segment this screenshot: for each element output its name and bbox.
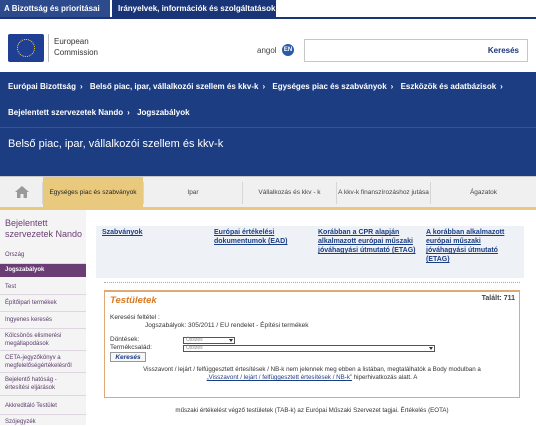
search-box: Keresés bbox=[304, 39, 528, 62]
link-ead-documents[interactable]: Európai értékelési dokumentumok (EAD) bbox=[214, 228, 310, 246]
breadcrumb-item[interactable]: Eszközök és adatbázisok bbox=[401, 82, 497, 91]
sidebar: Bejelentett szervezetek Nando Ország Jog… bbox=[0, 210, 86, 425]
results-count: Talált: 711 bbox=[481, 295, 515, 302]
decisions-select[interactable]: Összes bbox=[183, 337, 235, 344]
sidebar-item-free-search[interactable]: Ingyenes keresés bbox=[0, 316, 86, 324]
withdrawn-notifications-link[interactable]: „Visszavont / lejárt / felfüggesztett ér… bbox=[207, 374, 352, 381]
section-tabs: Egységes piac és szabványok Ipar Vállalk… bbox=[0, 176, 536, 210]
breadcrumb-item[interactable]: Európai Bizottság bbox=[8, 82, 76, 91]
search-input[interactable] bbox=[305, 40, 475, 61]
chevron-down-icon bbox=[429, 347, 433, 350]
organization-name: European Commission bbox=[54, 37, 99, 57]
top-tab-commission-priorities[interactable]: A Bizottság és prioritásai bbox=[0, 0, 110, 17]
chevron-right-icon: › bbox=[390, 82, 394, 91]
search-criteria-value: Jogszabályok: 305/2011 / EU rendelet - É… bbox=[145, 322, 309, 329]
withdrawn-notifications-info: Visszavont / lejárt / felfüggesztett ért… bbox=[143, 366, 481, 381]
sidebar-item-notifying-authority[interactable]: Bejelentő hatóság - értesítési eljárások bbox=[0, 376, 80, 392]
breadcrumb-current: Jogszabályok bbox=[137, 108, 190, 117]
sidebar-item-ceta-protocol[interactable]: CETA-jegyzőkönyv a megfelelőségértékelés… bbox=[0, 354, 84, 370]
breadcrumb-item[interactable]: Bejelentett szervezetek Nando bbox=[8, 108, 123, 117]
chevron-down-icon bbox=[229, 339, 233, 342]
search-button[interactable]: Keresés bbox=[488, 40, 519, 61]
link-etag-cpr[interactable]: Korábban a CPR alapján alkalmazott európ… bbox=[318, 228, 418, 255]
search-criteria-label: Keresési feltétel : bbox=[110, 314, 160, 321]
product-family-label: Termékcsalád: bbox=[110, 344, 152, 351]
chevron-right-icon: › bbox=[127, 108, 130, 117]
chevron-right-icon: › bbox=[262, 82, 266, 91]
top-navigation: A Bizottság és prioritásai Irányelvek, i… bbox=[0, 0, 536, 18]
sidebar-item-accreditation-body[interactable]: Akkreditáló Testület bbox=[0, 402, 86, 410]
page-title: Belső piac, ipar, vállalkozói szellem és… bbox=[8, 138, 224, 150]
language-label[interactable]: angol bbox=[257, 46, 277, 55]
home-icon[interactable] bbox=[15, 186, 29, 198]
results-title: Testületek bbox=[110, 295, 157, 306]
link-standards[interactable]: Szabványok bbox=[102, 228, 192, 237]
sidebar-item-country[interactable]: Ország bbox=[0, 251, 86, 259]
link-etag-previous[interactable]: A korábban alkalmazott európai műszaki j… bbox=[426, 228, 522, 264]
chevron-right-icon: › bbox=[80, 82, 83, 91]
eu-flag-icon bbox=[8, 34, 44, 62]
breadcrumb-item[interactable]: Belső piac, ipar, vállalkozói szellem és… bbox=[90, 82, 259, 91]
tab-eota-note: műszaki értékelést végző testületek (TAB… bbox=[175, 407, 449, 414]
sidebar-item-test[interactable]: Test bbox=[0, 283, 86, 291]
breadcrumb-secondary: Bejelentett szervezetek Nando › Jogszabál… bbox=[8, 108, 194, 117]
european-commission-logo[interactable]: European Commission bbox=[8, 34, 128, 66]
breadcrumb-item[interactable]: Egységes piac és szabványok bbox=[272, 82, 386, 91]
language-code-badge[interactable]: EN bbox=[282, 44, 294, 56]
tab-entrepreneurship-smes[interactable]: Vállalkozás és kkv - k bbox=[243, 177, 336, 207]
decisions-label: Döntések: bbox=[110, 336, 140, 343]
site-header: European Commission angol EN Keresés bbox=[0, 19, 536, 72]
product-family-select[interactable]: Összes bbox=[183, 345, 435, 352]
sidebar-title: Bejelentett szervezetek Nando bbox=[5, 218, 83, 239]
search-submit-button[interactable]: Keresés bbox=[110, 352, 146, 362]
sidebar-item-legislation[interactable]: Jogszabályok bbox=[0, 264, 86, 277]
sidebar-item-mutual-recognition[interactable]: Kölcsönös elismerési megállapodások bbox=[0, 332, 78, 348]
breadcrumb: Európai Bizottság › Belső piac, ipar, vál… bbox=[8, 82, 508, 91]
chevron-right-icon: › bbox=[500, 82, 503, 91]
page-banner: Európai Bizottság › Belső piac, ipar, vál… bbox=[0, 72, 536, 176]
results-panel: Testületek Talált: 711 Keresési feltétel… bbox=[104, 290, 520, 398]
tab-industry[interactable]: Ipar bbox=[144, 177, 242, 207]
main-content: Szabványok Európai értékelési dokumentum… bbox=[86, 210, 536, 425]
related-links: Szabványok Európai értékelési dokumentum… bbox=[96, 226, 524, 278]
tab-sectors[interactable]: Ágazatok bbox=[431, 177, 536, 207]
sidebar-item-construction-products[interactable]: Építőipari termékek bbox=[0, 299, 86, 307]
tab-sme-financing[interactable]: A kkv-k finanszírozáshoz jutása bbox=[337, 177, 430, 207]
tab-single-market-standards[interactable]: Egységes piac és szabványok bbox=[43, 177, 143, 207]
top-tab-policies-information-services[interactable]: Irányelvek, információk és szolgáltatáso… bbox=[112, 0, 276, 18]
